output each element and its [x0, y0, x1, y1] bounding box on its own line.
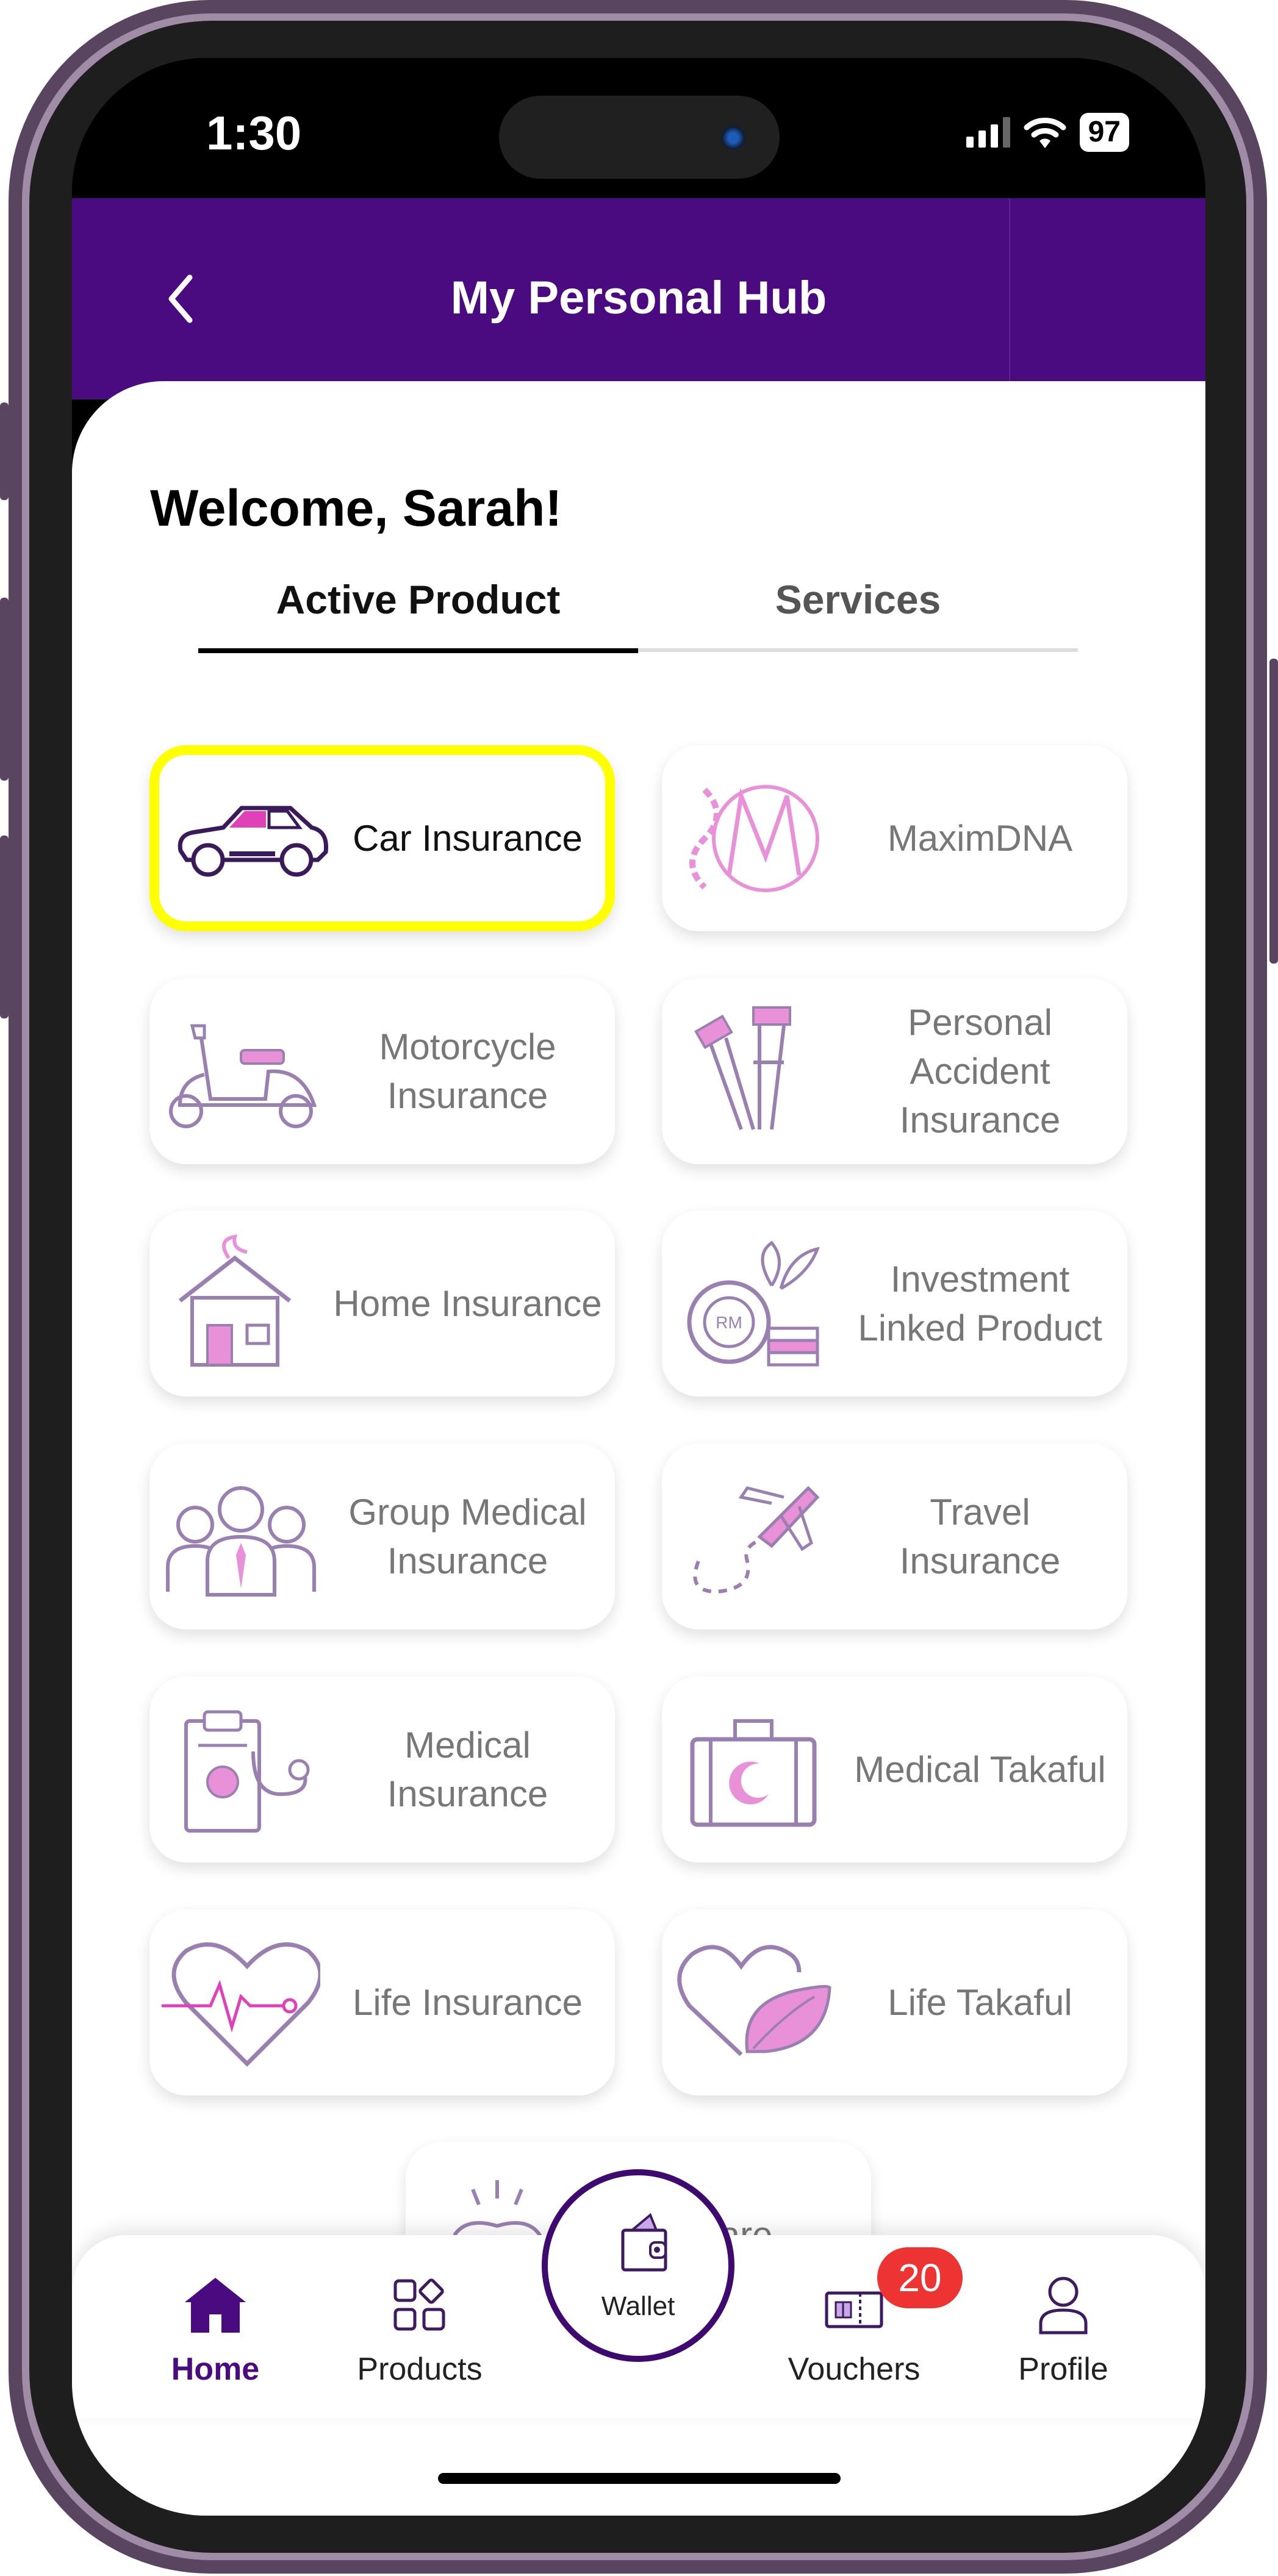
group-people-icon — [149, 1464, 332, 1610]
signal-icon — [966, 117, 1010, 148]
product-life-insurance[interactable]: Life Insurance — [149, 1909, 615, 2095]
side-button — [0, 402, 9, 500]
welcome-message: Welcome, Sarah! — [150, 479, 562, 537]
tab-indicator — [198, 648, 638, 653]
vouchers-badge: 20 — [877, 2247, 963, 2308]
product-group-medical-insurance[interactable]: Group Medical Insurance — [149, 1444, 615, 1630]
battery-indicator: 97 — [1079, 113, 1129, 152]
tab-bar: Active Product Services — [198, 576, 1078, 653]
clipboard-stethoscope-icon — [149, 1697, 332, 1843]
product-car-insurance[interactable]: Car Insurance — [149, 745, 615, 931]
product-label: Medical Takaful — [854, 1748, 1106, 1790]
user-icon — [972, 2272, 1155, 2339]
screen: 1:30 97 My Personal Hub Welcome, Sarah! … — [72, 58, 1205, 2516]
crutches-icon — [662, 998, 845, 1145]
camera-icon — [722, 126, 745, 149]
product-label: Motorcycle Insurance — [379, 1026, 556, 1116]
status-time: 1:30 — [206, 106, 302, 160]
heart-leaf-icon — [662, 1930, 845, 2076]
product-maximdna[interactable]: MaximDNA — [662, 745, 1127, 931]
svg-text:RM: RM — [716, 1313, 742, 1332]
nav-label: Profile — [1018, 2352, 1108, 2387]
nav-label: Vouchers — [788, 2352, 921, 2387]
page-title: My Personal Hub — [450, 272, 827, 324]
wallet-label: Wallet — [601, 2291, 675, 2321]
product-label: Personal Accident Insurance — [899, 1001, 1061, 1140]
product-label: Investment Linked Product — [858, 1258, 1102, 1348]
nav-products[interactable]: Products — [328, 2272, 511, 2388]
bottom-safe-area — [72, 2418, 1205, 2516]
tab-services[interactable]: Services — [638, 576, 1078, 623]
app-header: My Personal Hub — [72, 198, 1205, 399]
product-label: Home Insurance — [333, 1283, 602, 1324]
product-personal-accident-insurance[interactable]: Personal Accident Insurance — [662, 978, 1127, 1164]
status-bar: 1:30 97 — [72, 58, 1205, 198]
nav-label: Home — [171, 2352, 260, 2387]
product-label: Travel Insurance — [899, 1491, 1061, 1581]
product-label: Car Insurance — [353, 817, 583, 859]
power-button — [1269, 659, 1278, 964]
status-icons: 97 — [966, 113, 1129, 152]
product-motorcycle-insurance[interactable]: Motorcycle Insurance — [149, 978, 615, 1164]
product-label: Medical Insurance — [387, 1724, 548, 1814]
nav-home[interactable]: Home — [124, 2272, 307, 2388]
product-investment-linked[interactable]: RM Investment Linked Product — [662, 1211, 1127, 1397]
heart-pulse-icon — [149, 1930, 332, 2076]
product-label: Life Insurance — [353, 1981, 583, 2023]
product-home-insurance[interactable]: Home Insurance — [149, 1211, 615, 1397]
coins-plant-icon: RM — [662, 1231, 845, 1377]
product-label: Life Takaful — [888, 1981, 1072, 2023]
home-icon — [124, 2272, 307, 2339]
product-medical-insurance[interactable]: Medical Insurance — [149, 1676, 615, 1862]
tab-track — [638, 648, 1078, 652]
wifi-icon — [1024, 118, 1066, 148]
product-label: MaximDNA — [887, 817, 1073, 859]
wallet-icon — [621, 2213, 667, 2272]
home-indicator[interactable] — [438, 2473, 841, 2484]
dna-icon — [662, 765, 845, 912]
product-life-takaful[interactable]: Life Takaful — [662, 1909, 1127, 2095]
product-label: Group Medical Insurance — [348, 1491, 587, 1581]
scooter-icon — [149, 998, 332, 1145]
tab-active-product[interactable]: Active Product — [198, 576, 638, 623]
briefcase-moon-icon — [662, 1697, 845, 1843]
volume-down-button — [0, 835, 9, 1018]
nav-label: Products — [357, 2352, 483, 2387]
grid-icon — [328, 2272, 511, 2339]
product-travel-insurance[interactable]: Travel Insurance — [662, 1444, 1127, 1630]
volume-up-button — [0, 598, 9, 781]
airplane-icon — [662, 1464, 845, 1610]
car-icon — [159, 765, 342, 912]
nav-profile[interactable]: Profile — [972, 2272, 1155, 2388]
house-fire-icon — [149, 1231, 332, 1377]
product-medical-takaful[interactable]: Medical Takaful — [662, 1676, 1127, 1862]
wallet-button[interactable]: Wallet — [542, 2169, 734, 2362]
